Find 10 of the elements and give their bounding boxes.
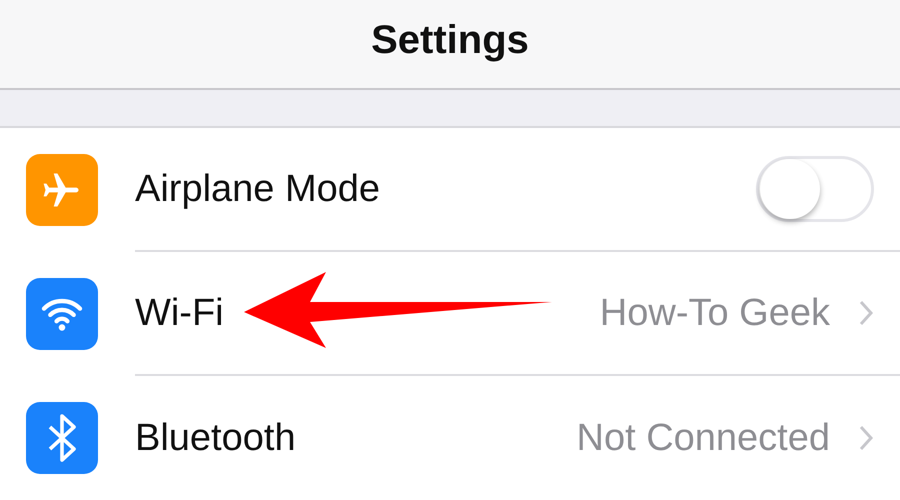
setting-label[interactable]: Bluetooth [135, 416, 576, 460]
setting-value: How-To Geek [600, 292, 830, 334]
setting-label[interactable]: Wi-Fi [135, 292, 600, 334]
setting-label[interactable]: Airplane Mode [135, 168, 756, 210]
chevron-icon [858, 299, 874, 327]
setting-value: Not Connected [576, 416, 830, 460]
wifi-icon [40, 296, 84, 332]
bluetooth-icon [47, 414, 77, 462]
chevron-icon [858, 424, 874, 452]
screen-title: Settings [371, 18, 529, 62]
